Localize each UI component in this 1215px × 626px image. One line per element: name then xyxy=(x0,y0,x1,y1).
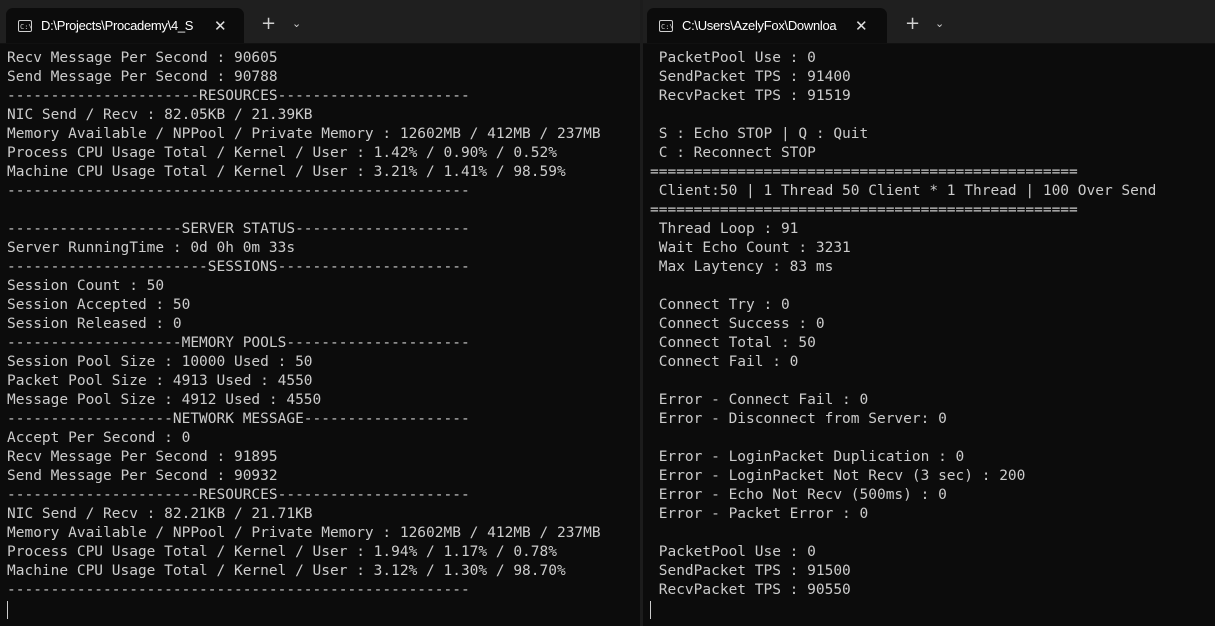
terminal-window-left: C:\ D:\Projects\Procademy\4_S ✕ + ⌄ Recv… xyxy=(0,0,640,626)
console-line: NIC Send / Recv : 82.05KB / 21.39KB xyxy=(7,107,313,123)
tab-title: D:\Projects\Procademy\4_S xyxy=(41,18,194,33)
console-output[interactable]: Recv Message Per Second : 90605 Send Mess… xyxy=(0,49,640,619)
console-line: Error - Disconnect from Server: 0 xyxy=(650,411,947,427)
chevron-down-icon[interactable]: ⌄ xyxy=(935,13,944,35)
console-line: Process CPU Usage Total / Kernel / User … xyxy=(7,145,557,161)
text-cursor xyxy=(7,601,8,619)
plus-icon[interactable]: + xyxy=(905,13,920,35)
console-line: Client:50 | 1 Thread 50 Client * 1 Threa… xyxy=(650,183,1157,199)
console-line: Connect Try : 0 xyxy=(650,297,790,313)
console-line: Error - Packet Error : 0 xyxy=(650,506,869,522)
console-line: RecvPacket TPS : 90550 xyxy=(650,582,851,598)
title-bar: C:\ D:\Projects\Procademy\4_S ✕ + ⌄ xyxy=(0,0,640,44)
close-icon[interactable]: ✕ xyxy=(214,17,227,35)
console-line: Recv Message Per Second : 91895 xyxy=(7,449,278,465)
console-line: Memory Available / NPPool / Private Memo… xyxy=(7,525,601,541)
tab-active[interactable]: C:\ D:\Projects\Procademy\4_S ✕ xyxy=(6,8,244,43)
console-line: S : Echo STOP | Q : Quit xyxy=(650,126,869,142)
console-line: PacketPool Use : 0 xyxy=(650,50,816,66)
console-line: Session Accepted : 50 xyxy=(7,297,191,313)
console-line: Error - LoginPacket Not Recv (3 sec) : 2… xyxy=(650,468,1026,484)
console-line: Send Message Per Second : 90788 xyxy=(7,69,278,85)
console-line: Session Pool Size : 10000 Used : 50 xyxy=(7,354,313,370)
text-cursor xyxy=(650,601,651,619)
terminal-icon: C:\ xyxy=(659,19,674,32)
console-line: Thread Loop : 91 xyxy=(650,221,799,237)
console-line: C : Reconnect STOP xyxy=(650,145,816,161)
terminal-window-right: C:\ C:\Users\AzelyFox\Downloa ✕ + ⌄ Pack… xyxy=(643,0,1215,626)
console-line: Error - LoginPacket Duplication : 0 xyxy=(650,449,965,465)
console-line: ----------------------RESOURCES---------… xyxy=(7,88,470,104)
console-line: ----------------------------------------… xyxy=(7,183,470,199)
console-line: Connect Total : 50 xyxy=(650,335,816,351)
console-line: --------------------SERVER STATUS-------… xyxy=(7,221,470,237)
terminal-icon: C:\ xyxy=(18,19,33,32)
console-line: Recv Message Per Second : 90605 xyxy=(7,50,278,66)
console-line: SendPacket TPS : 91400 xyxy=(650,69,851,85)
chevron-down-icon[interactable]: ⌄ xyxy=(292,13,301,35)
tab-title: C:\Users\AzelyFox\Downloa xyxy=(682,18,837,33)
close-icon[interactable]: ✕ xyxy=(855,17,868,35)
console-line: PacketPool Use : 0 xyxy=(650,544,816,560)
console-line: Memory Available / NPPool / Private Memo… xyxy=(7,126,601,142)
title-bar: C:\ C:\Users\AzelyFox\Downloa ✕ + ⌄ xyxy=(643,0,1215,44)
console-line: --------------------MEMORY POOLS--------… xyxy=(7,335,470,351)
tab-active[interactable]: C:\ C:\Users\AzelyFox\Downloa ✕ xyxy=(647,8,887,43)
console-line: ========================================… xyxy=(650,164,1078,180)
console-line: Max Laytency : 83 ms xyxy=(650,259,834,275)
console-line: Session Released : 0 xyxy=(7,316,182,332)
plus-icon[interactable]: + xyxy=(261,13,276,35)
console-output[interactable]: PacketPool Use : 0 SendPacket TPS : 9140… xyxy=(643,49,1215,619)
console-line: -------------------NETWORK MESSAGE------… xyxy=(7,411,470,427)
console-line: NIC Send / Recv : 82.21KB / 21.71KB xyxy=(7,506,313,522)
console-line: Server RunningTime : 0d 0h 0m 33s xyxy=(7,240,296,256)
console-line: Wait Echo Count : 3231 xyxy=(650,240,851,256)
console-line: ----------------------------------------… xyxy=(7,582,470,598)
console-line: Machine CPU Usage Total / Kernel / User … xyxy=(7,563,566,579)
console-line: Send Message Per Second : 90932 xyxy=(7,468,278,484)
console-line: ----------------------RESOURCES---------… xyxy=(7,487,470,503)
console-line: Accept Per Second : 0 xyxy=(7,430,191,446)
console-line: Machine CPU Usage Total / Kernel / User … xyxy=(7,164,566,180)
console-line: SendPacket TPS : 91500 xyxy=(650,563,851,579)
console-line: Session Count : 50 xyxy=(7,278,165,294)
console-line: Packet Pool Size : 4913 Used : 4550 xyxy=(7,373,313,389)
console-line: Connect Success : 0 xyxy=(650,316,825,332)
console-line: Process CPU Usage Total / Kernel / User … xyxy=(7,544,557,560)
console-line: Error - Connect Fail : 0 xyxy=(650,392,869,408)
console-line: ========================================… xyxy=(650,202,1078,218)
console-line: Message Pool Size : 4912 Used : 4550 xyxy=(7,392,322,408)
console-line: -----------------------SESSIONS---------… xyxy=(7,259,470,275)
console-line: RecvPacket TPS : 91519 xyxy=(650,88,851,104)
console-line: Error - Echo Not Recv (500ms) : 0 xyxy=(650,487,947,503)
console-line: Connect Fail : 0 xyxy=(650,354,799,370)
